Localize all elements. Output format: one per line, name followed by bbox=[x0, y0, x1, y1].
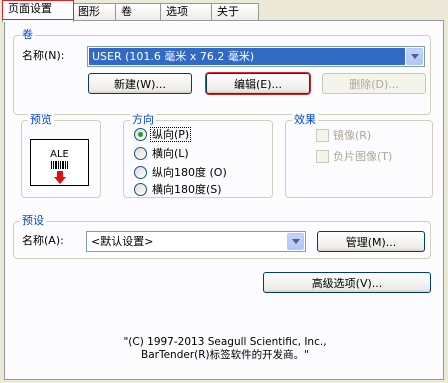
radio-circle bbox=[134, 183, 147, 196]
chevron-down-icon[interactable] bbox=[406, 48, 423, 65]
manage-button[interactable]: 管理(M)... bbox=[317, 231, 425, 252]
roll-name-select[interactable]: USER (101.6 毫米 x 76.2 毫米) bbox=[87, 46, 425, 67]
radio-portrait[interactable]: 纵向(P) bbox=[134, 127, 192, 142]
checkbox-box bbox=[316, 129, 329, 142]
tab-graphics[interactable]: 图形 bbox=[72, 3, 116, 21]
tab-roll[interactable]: 卷 bbox=[115, 3, 161, 21]
roll-name-label: 名称(N): bbox=[22, 49, 65, 62]
copyright-line-1: "(C) 1997-2013 Seagull Scientific, Inc., bbox=[123, 336, 327, 348]
copyright-line-2: BarTender(R)标签软件的开发商。" bbox=[141, 349, 309, 361]
radio-portrait-180[interactable]: 纵向180度 (O) bbox=[134, 166, 228, 180]
radio-portrait-180-label: 纵向180度 (O) bbox=[152, 166, 227, 179]
roll-name-value: USER (101.6 毫米 x 76.2 毫米) bbox=[89, 48, 405, 65]
radio-circle bbox=[134, 166, 147, 179]
effects-group: 效果 镜像(R) 负片图像(T) bbox=[285, 113, 433, 198]
radio-landscape-180-label: 横向180度(S) bbox=[152, 183, 222, 196]
checkbox-box bbox=[316, 150, 329, 163]
tab-bar: 图形 卷 选项 关于 页面设置 bbox=[0, 0, 448, 22]
radio-landscape-label: 横向(L) bbox=[152, 147, 189, 160]
effects-group-label: 效果 bbox=[292, 113, 318, 127]
presets-select[interactable]: <默认设置> bbox=[86, 231, 306, 252]
page-setup-panel: 卷 名称(N): USER (101.6 毫米 x 76.2 毫米) 新建(W)… bbox=[4, 20, 444, 380]
radio-landscape-180[interactable]: 横向180度(S) bbox=[134, 183, 223, 197]
checkbox-negative[interactable]: 负片图像(T) bbox=[316, 150, 392, 164]
roll-group: 卷 名称(N): USER (101.6 毫米 x 76.2 毫米) 新建(W)… bbox=[13, 28, 431, 115]
chevron-down-icon[interactable] bbox=[287, 233, 304, 250]
presets-group-label: 预设 bbox=[20, 214, 46, 228]
label-preview: ALE bbox=[30, 139, 89, 186]
checkbox-mirror[interactable]: 镜像(R) bbox=[316, 129, 371, 143]
arrow-down-icon bbox=[54, 171, 66, 184]
edit-button[interactable]: 编辑(E)... bbox=[205, 72, 311, 95]
presets-name-label: 名称(A): bbox=[22, 234, 64, 247]
checkbox-mirror-label: 镜像(R) bbox=[333, 129, 372, 142]
tab-graphics-label: 图形 bbox=[78, 5, 100, 18]
tab-page-setup[interactable]: 页面设置 bbox=[2, 0, 74, 22]
tab-about[interactable]: 关于 bbox=[211, 3, 259, 21]
new-button[interactable]: 新建(W)... bbox=[88, 73, 192, 94]
orientation-group-label: 方向 bbox=[130, 113, 156, 127]
tab-about-label: 关于 bbox=[217, 5, 239, 18]
roll-group-label: 卷 bbox=[20, 28, 35, 42]
checkbox-negative-label: 负片图像(T) bbox=[333, 150, 393, 163]
orientation-group: 方向 纵向(P) 横向(L) 纵向180度 (O) 横向180度(S) bbox=[123, 113, 273, 198]
radio-portrait-label: 纵向(P) bbox=[149, 127, 192, 142]
presets-value: <默认设置> bbox=[91, 235, 154, 248]
preview-group: 预览 ALE bbox=[21, 113, 101, 198]
advanced-options-button[interactable]: 高级选项(V)... bbox=[263, 272, 431, 293]
preview-sample-text: ALE bbox=[50, 149, 69, 160]
radio-circle bbox=[134, 147, 147, 160]
tab-highlight-frame bbox=[2, 0, 74, 20]
preview-group-label: 预览 bbox=[28, 113, 54, 127]
delete-button[interactable]: 删除(D)... bbox=[322, 73, 426, 94]
presets-group: 预设 名称(A): <默认设置> 管理(M)... bbox=[13, 214, 431, 259]
radio-landscape[interactable]: 横向(L) bbox=[134, 147, 190, 161]
tab-options[interactable]: 选项 bbox=[160, 3, 212, 21]
radio-circle bbox=[134, 128, 147, 141]
tab-roll-label: 卷 bbox=[121, 5, 132, 18]
barcode-icon bbox=[51, 161, 68, 169]
tab-options-label: 选项 bbox=[166, 5, 188, 18]
